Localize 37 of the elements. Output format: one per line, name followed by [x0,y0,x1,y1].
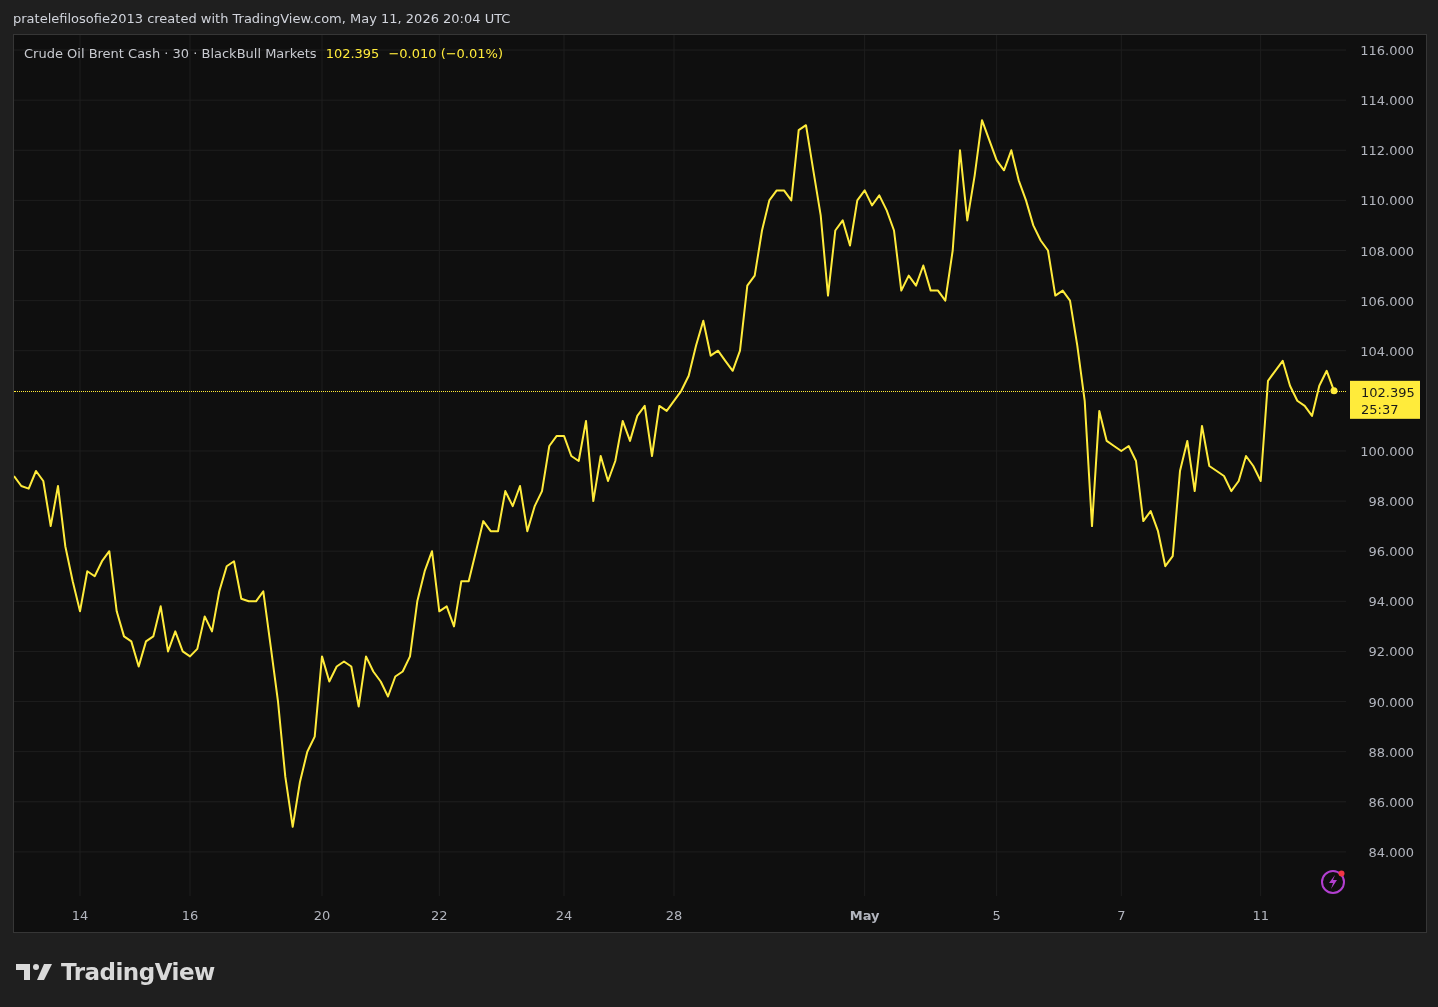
axis-label: 86.000 [1368,794,1414,810]
symbol-title: Crude Oil Brent Cash · 30 · BlackBull Markets [24,46,317,61]
price-tag [1350,380,1420,419]
logo-icon [16,962,52,982]
axis-label: 24 [555,908,573,923]
axis-label: 7 [1117,908,1126,923]
last-price: 102.395 [325,46,380,61]
axis-label: 108.000 [1360,243,1414,259]
axis-label: 11 [1252,908,1269,923]
attribution-text: pratelefilosofie2013 created with TradingView.com, May 11, 2026 20:04 UTC [12,10,511,28]
axis-label: 100.000 [1360,443,1414,459]
axis-label: 94.000 [1368,594,1414,610]
price-change: −0.010 (−0.01%) [388,46,503,61]
axis-label: 14 [71,908,89,923]
axis-label: 104.000 [1360,343,1414,359]
last-price-dot [1330,387,1338,395]
axis-label: 106.000 [1360,293,1414,309]
price-value: 102.395 [1361,384,1415,400]
axis-label: 22 [431,908,448,923]
axis-label: 96.000 [1368,544,1414,560]
axis-label: 90.000 [1368,694,1414,710]
axis-label: 28 [665,908,683,923]
axis-label: 16 [181,908,199,923]
axis-label: 5 [992,908,1001,923]
axis-label: 88.000 [1368,744,1414,760]
axis-label: 114.000 [1360,93,1414,109]
lightning-icon[interactable] [1320,867,1348,895]
axis-label: 110.000 [1360,193,1414,209]
axis-label: 20 [313,908,331,923]
axis-label: 112.000 [1360,143,1414,159]
axis-label: May [849,908,880,923]
axis-label: 84.000 [1368,844,1414,860]
axis-label: 98.000 [1368,494,1414,510]
axis-label: 92.000 [1368,644,1414,660]
axis-label: 116.000 [1360,43,1414,59]
tradingview-logo[interactable]: TradingView [16,959,215,985]
countdown-text: 25:37 [1361,401,1399,417]
